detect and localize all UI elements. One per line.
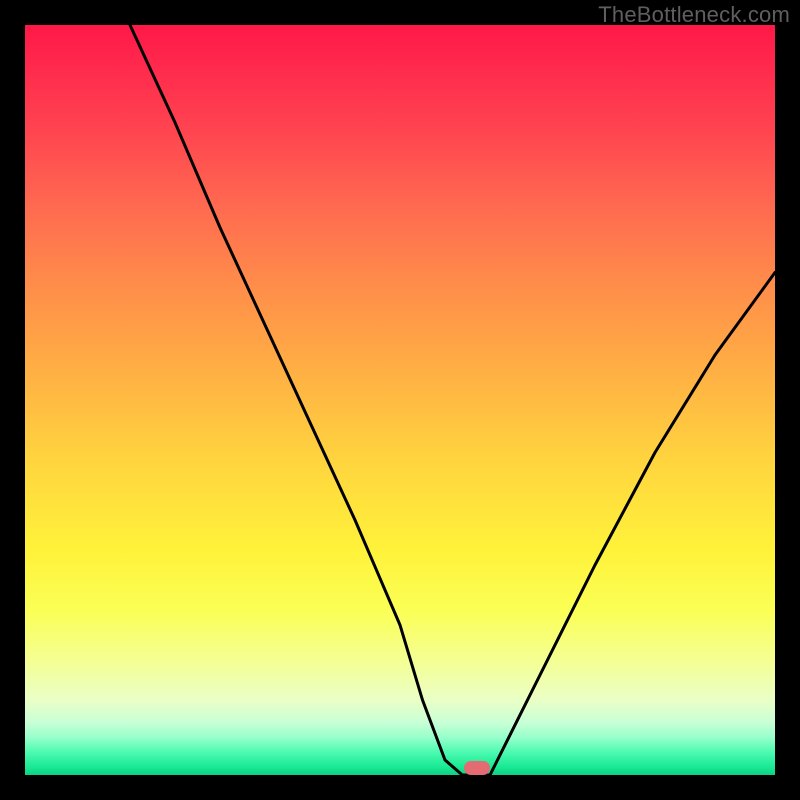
- plot-area: [25, 25, 775, 775]
- optimal-marker: [464, 761, 490, 775]
- chart-frame: TheBottleneck.com: [0, 0, 800, 800]
- bottleneck-curve: [25, 25, 775, 775]
- watermark-text: TheBottleneck.com: [598, 2, 790, 28]
- curve-path: [130, 25, 775, 775]
